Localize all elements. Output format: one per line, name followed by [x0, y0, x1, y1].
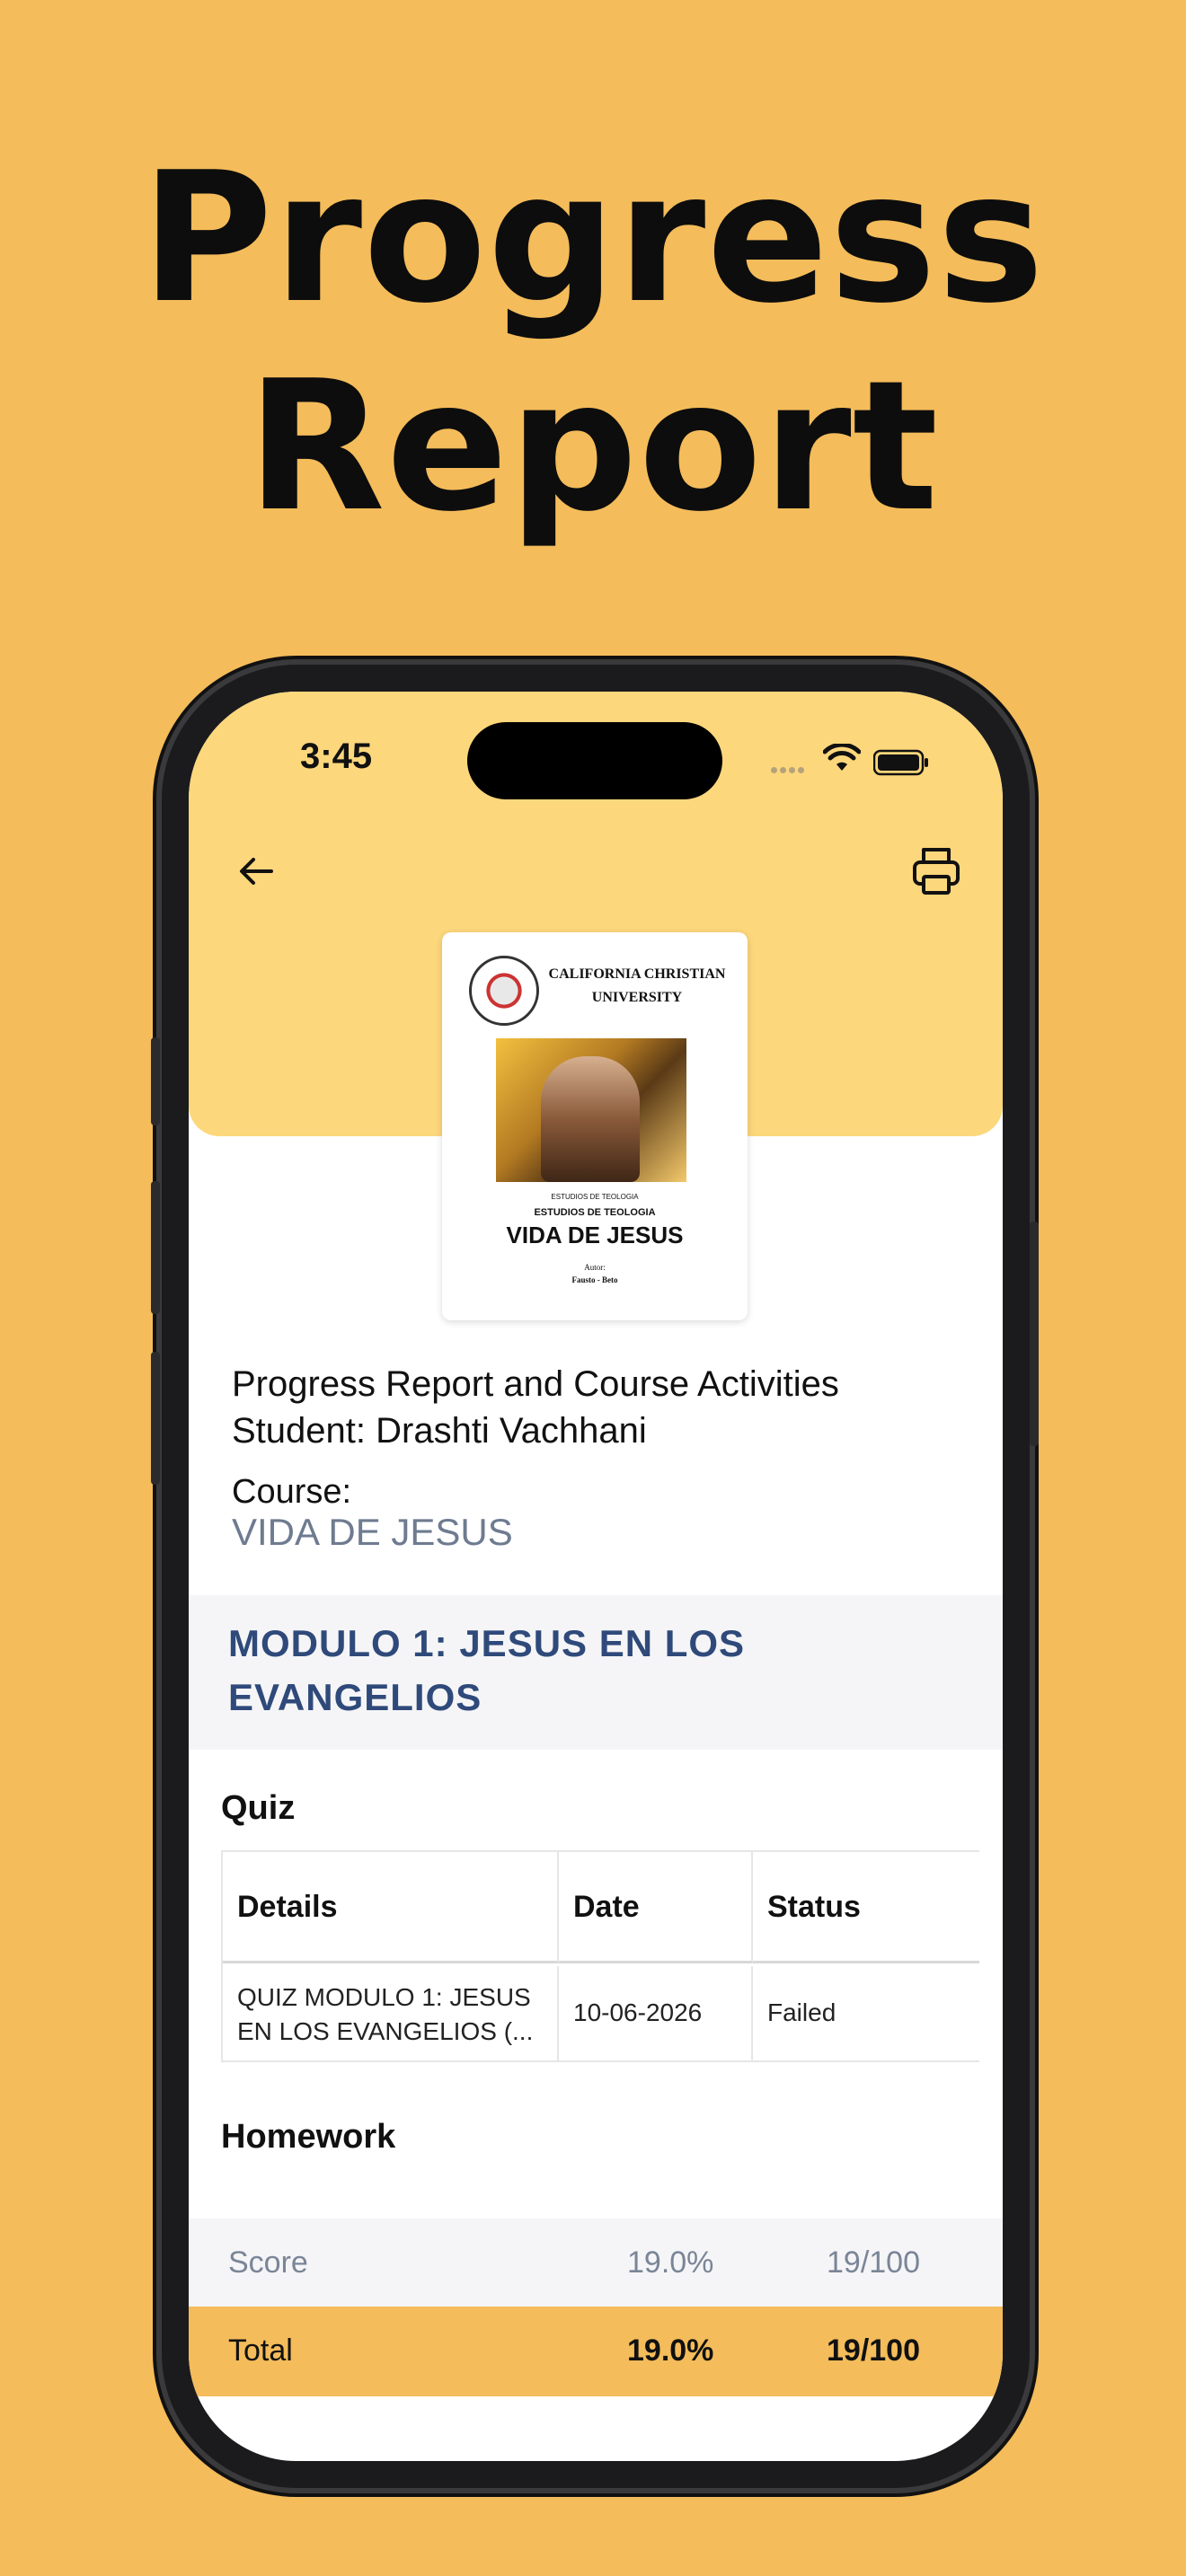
- app-screen: 3:45 CALIFORNIA CHRISTIAN UNIVERSITY EST…: [189, 692, 1003, 2461]
- dynamic-island: [467, 722, 722, 799]
- quiz-table: Details Date Status QUIZ MODULO 1: JESUS…: [221, 1850, 979, 2062]
- promo-headline: Progress Report: [0, 135, 1186, 551]
- cover-subtitle: ESTUDIOS DE TEOLOGIA: [534, 1207, 656, 1218]
- cover-small-caption: ESTUDIOS DE TEOLOGIA: [551, 1193, 639, 1201]
- quiz-status-cell: Failed: [753, 1966, 979, 2060]
- cover-author-label: Autor:: [584, 1263, 606, 1272]
- quiz-date-cell: 10-06-2026: [559, 1966, 753, 2060]
- score-label: Score: [228, 2245, 308, 2280]
- report-heading: Progress Report and Course Activities St…: [232, 1361, 839, 1454]
- total-points: 19/100: [827, 2333, 920, 2368]
- cover-university: CALIFORNIA CHRISTIAN UNIVERSITY: [548, 966, 726, 1005]
- column-header-date: Date: [559, 1852, 753, 1963]
- quiz-date: 10-06-2026: [573, 1998, 703, 2026]
- course-cover-image: CALIFORNIA CHRISTIAN UNIVERSITY ESTUDIOS…: [442, 932, 748, 1320]
- student-name: Student: Drashti Vachhani: [232, 1411, 647, 1451]
- quiz-heading: Quiz: [221, 1789, 296, 1827]
- score-percent: 19.0%: [627, 2245, 714, 2280]
- printer-icon: [913, 848, 960, 895]
- cover-artwork: [496, 1038, 686, 1182]
- column-header-details: Details: [223, 1852, 559, 1963]
- cover-title: VIDA DE JESUS: [506, 1222, 684, 1248]
- back-button[interactable]: [226, 844, 289, 898]
- total-percent: 19.0%: [627, 2333, 714, 2368]
- total-label: Total: [228, 2333, 293, 2368]
- quiz-status: Failed: [767, 1998, 836, 2026]
- volume-down-button: [151, 1352, 160, 1485]
- headline-line-2: Report: [246, 342, 940, 551]
- power-button: [1030, 1222, 1039, 1446]
- signal-icon: [771, 762, 812, 773]
- column-header-status: Status: [753, 1852, 979, 1963]
- volume-up-button: [151, 1181, 160, 1314]
- university-seal-icon: [469, 956, 539, 1026]
- battery-icon: [873, 749, 928, 776]
- score-points: 19/100: [827, 2245, 920, 2280]
- course-label: Course:: [232, 1473, 352, 1511]
- course-name: VIDA DE JESUS: [232, 1511, 513, 1553]
- report-title: Progress Report and Course Activities: [232, 1364, 839, 1404]
- table-row[interactable]: QUIZ MODULO 1: JESUS EN LOS EVANGELIOS (…: [223, 1966, 559, 2060]
- action-button: [151, 1037, 160, 1125]
- headline-line-1: Progress: [140, 134, 1046, 343]
- print-button[interactable]: [906, 841, 967, 902]
- column-header-label: Details: [237, 1890, 338, 1924]
- wifi-icon: [823, 744, 861, 771]
- score-row: Score 19.0% 19/100: [189, 2219, 1003, 2307]
- column-header-label: Date: [573, 1890, 640, 1924]
- cover-author: Fausto - Beto: [571, 1275, 618, 1284]
- module-title: MODULO 1: JESUS EN LOS EVANGELIOS: [228, 1622, 746, 1718]
- total-row: Total 19.0% 19/100: [189, 2307, 1003, 2396]
- homework-heading: Homework: [221, 2118, 396, 2156]
- column-header-label: Status: [767, 1890, 861, 1924]
- quiz-details: QUIZ MODULO 1: JESUS EN LOS EVANGELIOS (…: [237, 1983, 534, 2045]
- status-time: 3:45: [300, 737, 373, 776]
- arrow-left-icon: [240, 858, 273, 885]
